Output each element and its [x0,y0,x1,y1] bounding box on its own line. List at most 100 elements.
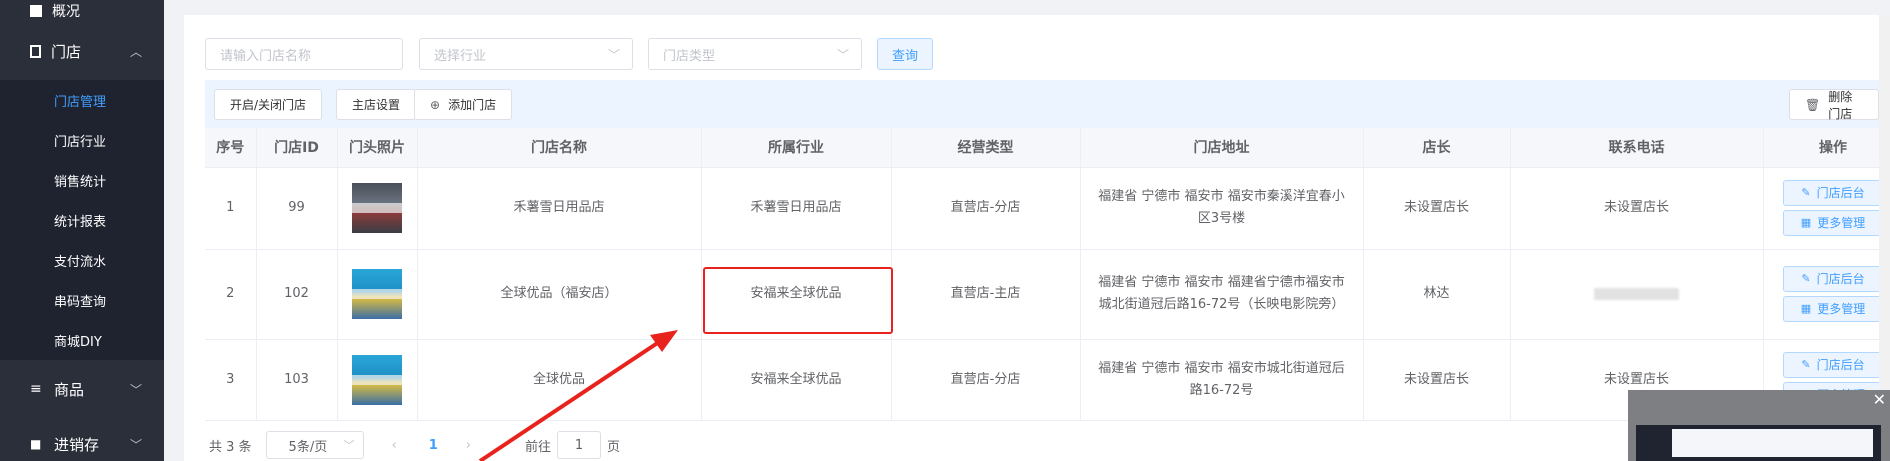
store-icon [30,44,41,58]
main-store-settings-button[interactable]: 主店设置 [336,89,417,120]
cell-id: 103 [256,339,338,421]
list-icon: ≡ [30,381,42,397]
cell-index: 2 [205,249,257,340]
store-backend-label: 门店后台 [1816,272,1865,286]
add-store-button[interactable]: ⊕ 添加门店 [414,89,513,120]
store-photo[interactable] [352,183,402,233]
blurred-phone [1594,288,1679,300]
more-management-button[interactable]: ▦ 更多管理 [1783,210,1883,236]
sidebar-item-payment-flow[interactable]: 支付流水 [0,240,164,280]
cell-photo [337,167,418,250]
dashboard-icon [30,5,42,17]
store-table: 序号 门店ID 门头照片 门店名称 所属行业 经营类型 门店地址 店长 联系电话… [205,128,1890,421]
grid-icon: ▦ [1800,216,1812,229]
cell-index: 3 [205,339,257,421]
total-count: 共 3 条 [209,439,252,455]
store-backend-button[interactable]: ✎ 门店后台 [1783,351,1883,378]
sidebar-top-item[interactable]: 概况 [0,0,164,22]
cell-industry: 禾薯雪日用品店 [701,167,892,250]
page-unit-label: 页 [607,439,621,455]
cell-industry: 安福来全球优品 [701,339,892,421]
goto-page-input[interactable]: 1 [557,431,602,459]
cell-actions: ✎ 门店后台 ▦ 更多管理 [1763,167,1890,250]
cell-id: 99 [256,167,338,250]
col-header-industry: 所属行业 [701,128,892,168]
cell-index: 1 [205,167,257,250]
query-button[interactable]: 查询 [877,38,934,70]
col-header-type: 经营类型 [891,128,1081,168]
page-size-select[interactable]: 5条/页 ﹀ [265,431,364,459]
table-header-row: 序号 门店ID 门头照片 门店名称 所属行业 经营类型 门店地址 店长 联系电话… [205,128,1890,168]
more-management-label: 更多管理 [1817,302,1866,316]
sidebar-item-store-management[interactable]: 门店管理 [0,80,164,120]
industry-select[interactable]: 选择行业 ﹀ [419,38,633,70]
sidebar-menu-inventory[interactable]: ■ 进销存 ﹀ [0,418,164,461]
page-number[interactable]: 1 [429,438,438,453]
store-photo[interactable] [352,354,402,405]
sidebar-item-sales-stats[interactable]: 销售统计 [0,160,164,200]
store-backend-label: 门店后台 [1816,186,1865,200]
floating-preview[interactable]: ✕ [1628,390,1890,461]
store-name-input[interactable]: 请输入门店名称 [205,38,403,70]
cell-manager: 林达 [1363,249,1511,340]
chevron-down-icon: ﹀ [343,439,355,452]
cell-type: 直营店-分店 [891,339,1081,421]
delete-store-button[interactable]: 🗑 删除门店 [1789,89,1879,121]
sidebar-menu-store-label: 门店 [51,42,82,61]
next-page-icon[interactable]: › [466,438,471,453]
edit-icon: ✎ [1801,357,1811,371]
vertical-scrollbar[interactable] [1879,15,1890,390]
cell-type: 直营店-主店 [891,249,1081,340]
page-size-value: 5条/页 [288,439,328,455]
toggle-store-label: 开启/关闭门店 [230,98,307,112]
more-management-button[interactable]: ▦ 更多管理 [1783,296,1883,322]
sidebar-item-label: 串码查询 [54,294,107,310]
main-store-label: 主店设置 [352,98,401,112]
col-header-index: 序号 [205,128,257,168]
store-name-placeholder: 请输入门店名称 [220,48,312,64]
sidebar-item-serial-query[interactable]: 串码查询 [0,280,164,320]
col-header-photo: 门头照片 [337,128,418,168]
chevron-down-icon: ﹀ [129,382,142,397]
sidebar-menu-store[interactable]: 门店 ︿ [0,22,164,80]
sidebar-item-reports[interactable]: 统计报表 [0,200,164,240]
sidebar-item-label: 门店管理 [54,94,107,110]
col-header-id: 门店ID [256,128,338,168]
sidebar-item-label: 统计报表 [54,214,107,230]
sidebar-menu-inventory-label: 进销存 [54,435,100,454]
cell-name: 全球优品 [417,339,702,421]
cell-id: 102 [256,249,338,340]
cell-address: 福建省 宁德市 福安市 福安市秦溪洋宜春小区3号楼 [1080,167,1364,250]
prev-page-icon[interactable]: ‹ [392,438,397,453]
cell-actions: ✎ 门店后台 ▦ 更多管理 [1763,249,1890,340]
highlight-box [703,267,893,334]
grid-icon: ▦ [1800,302,1812,315]
cell-phone: 未设置店长 [1510,167,1764,250]
filter-bar: 请输入门店名称 选择行业 ﹀ 门店类型 ﹀ 查询 [205,38,934,70]
store-backend-button[interactable]: ✎ 门店后台 [1783,180,1883,206]
sidebar-item-label: 销售统计 [54,174,107,190]
cell-phone [1510,249,1764,340]
store-photo[interactable] [352,269,402,319]
edit-icon: ✎ [1801,272,1811,285]
sidebar-menu-goods-label: 商品 [54,380,85,399]
chevron-up-icon: ︿ [129,44,142,59]
store-type-select[interactable]: 门店类型 ﹀ [648,38,862,70]
sidebar-item-mall-diy[interactable]: 商城DIY [0,320,164,360]
store-type-placeholder: 门店类型 [663,48,716,64]
sidebar: 概况 门店 ︿ 门店管理 门店行业 销售统计 统计报表 支付流水 串码查询 商城… [0,0,164,461]
chevron-down-icon: ﹀ [836,47,849,62]
close-icon[interactable]: ✕ [1873,390,1886,409]
store-backend-button[interactable]: ✎ 门店后台 [1783,266,1883,292]
add-store-label: 添加门店 [448,98,497,112]
toggle-store-button[interactable]: 开启/关闭门店 [214,89,323,120]
col-header-manager: 店长 [1363,128,1511,168]
goto-page-value: 1 [574,437,584,453]
delete-store-label: 删除门店 [1828,89,1853,121]
action-toolbar: 开启/关闭门店 主店设置 ⊕ 添加门店 🗑 删除门店 [205,80,1879,128]
cell-type: 直营店-分店 [891,167,1081,250]
sidebar-menu-goods[interactable]: ≡ 商品 ﹀ [0,360,164,418]
sidebar-item-store-industry[interactable]: 门店行业 [0,120,164,160]
store-backend-label: 门店后台 [1816,357,1865,372]
cell-photo [337,339,418,421]
